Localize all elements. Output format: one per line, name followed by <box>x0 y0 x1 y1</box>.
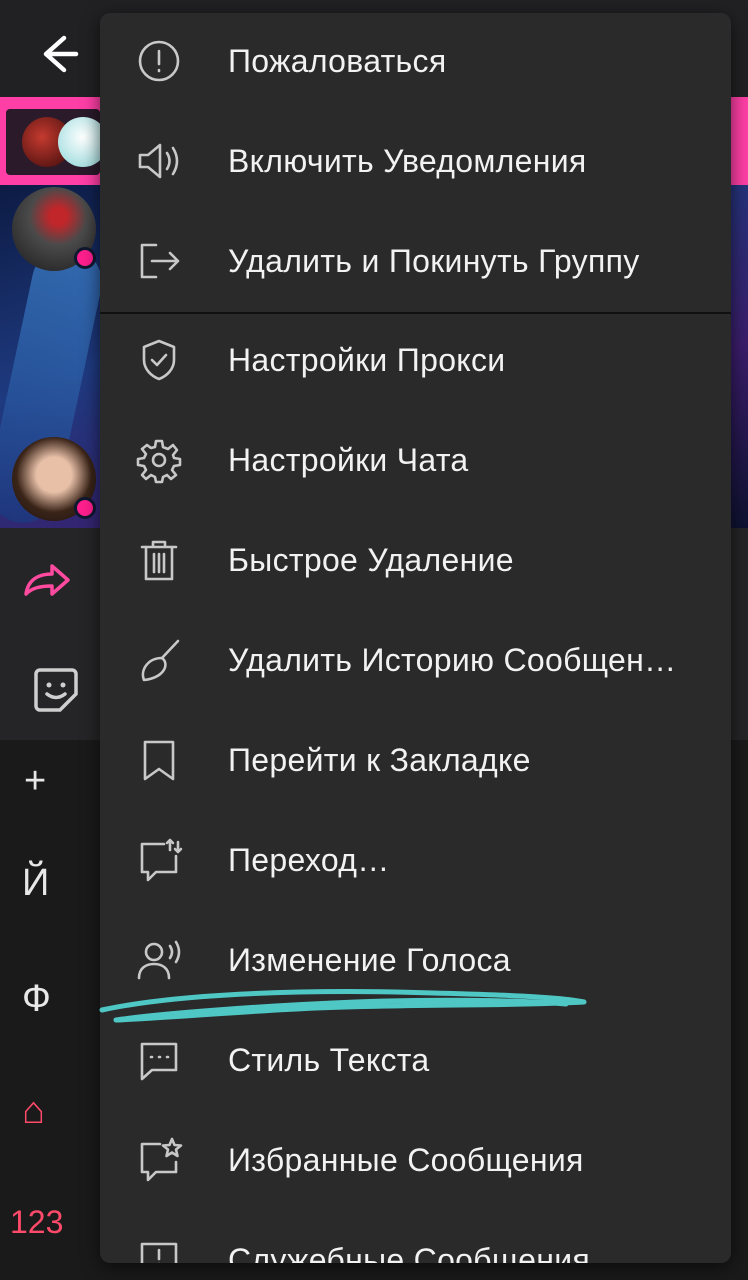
menu-item-delete-history[interactable]: Удалить Историю Сообщен… <box>100 612 731 708</box>
voice-change-icon <box>134 936 184 984</box>
menu-item-label: Изменение Голоса <box>228 942 511 978</box>
banner-avatars <box>6 109 108 175</box>
menu-item-label: Настройки Прокси <box>228 342 506 378</box>
menu-item-quick-delete[interactable]: Быстрое Удаление <box>100 512 731 608</box>
speaker-icon <box>134 137 184 185</box>
menu-item-voice-change[interactable]: Изменение Голоса <box>100 912 731 1008</box>
menu-item-label: Переход… <box>228 842 390 878</box>
leave-icon <box>134 237 184 285</box>
menu-item-label: Удалить и Покинуть Группу <box>228 243 640 279</box>
menu-item-chat-settings[interactable]: Настройки Чата <box>100 412 731 508</box>
menu-item-go-to-bookmark[interactable]: Перейти к Закладке <box>100 712 731 808</box>
report-icon <box>134 37 184 85</box>
message-transfer-icon <box>134 836 184 884</box>
chat-options-menu: Пожаловаться Включить Уведомления Удалит… <box>100 13 731 1263</box>
menu-item-label: Перейти к Закладке <box>228 742 531 778</box>
menu-item-enable-notifications[interactable]: Включить Уведомления <box>100 113 731 209</box>
gear-icon <box>134 436 184 484</box>
shield-icon <box>134 336 184 384</box>
share-icon[interactable] <box>18 550 74 606</box>
menu-item-starred-messages[interactable]: Избранные Сообщения <box>100 1112 731 1208</box>
trash-icon <box>134 536 184 584</box>
menu-item-transfer[interactable]: Переход… <box>100 812 731 908</box>
online-status-dot <box>74 247 96 269</box>
menu-item-service-messages[interactable]: Служебные Сообщения <box>100 1212 731 1263</box>
menu-item-label: Пожаловаться <box>228 43 447 79</box>
menu-item-label: Быстрое Удаление <box>228 542 514 578</box>
menu-item-label: Настройки Чата <box>228 442 469 478</box>
starred-message-icon <box>134 1136 184 1184</box>
menu-item-label: Стиль Текста <box>228 1042 430 1078</box>
menu-item-proxy-settings[interactable]: Настройки Прокси <box>100 312 731 408</box>
bookmark-icon <box>134 736 184 784</box>
menu-item-label: Избранные Сообщения <box>228 1142 584 1178</box>
broom-icon <box>134 636 184 684</box>
menu-item-delete-and-leave[interactable]: Удалить и Покинуть Группу <box>100 213 731 309</box>
menu-item-report[interactable]: Пожаловаться <box>100 13 731 109</box>
menu-item-label: Включить Уведомления <box>228 143 587 179</box>
menu-item-label: Удалить Историю Сообщен… <box>228 642 677 678</box>
menu-item-label: Служебные Сообщения <box>228 1242 591 1263</box>
sticker-icon[interactable] <box>30 664 82 716</box>
keyboard-key[interactable]: 123 <box>10 1204 110 1241</box>
menu-item-text-style[interactable]: Стиль Текста <box>100 1012 731 1108</box>
text-style-icon <box>134 1036 184 1084</box>
online-status-dot <box>74 497 96 519</box>
back-arrow-icon[interactable] <box>30 28 86 80</box>
service-message-icon <box>134 1236 184 1263</box>
